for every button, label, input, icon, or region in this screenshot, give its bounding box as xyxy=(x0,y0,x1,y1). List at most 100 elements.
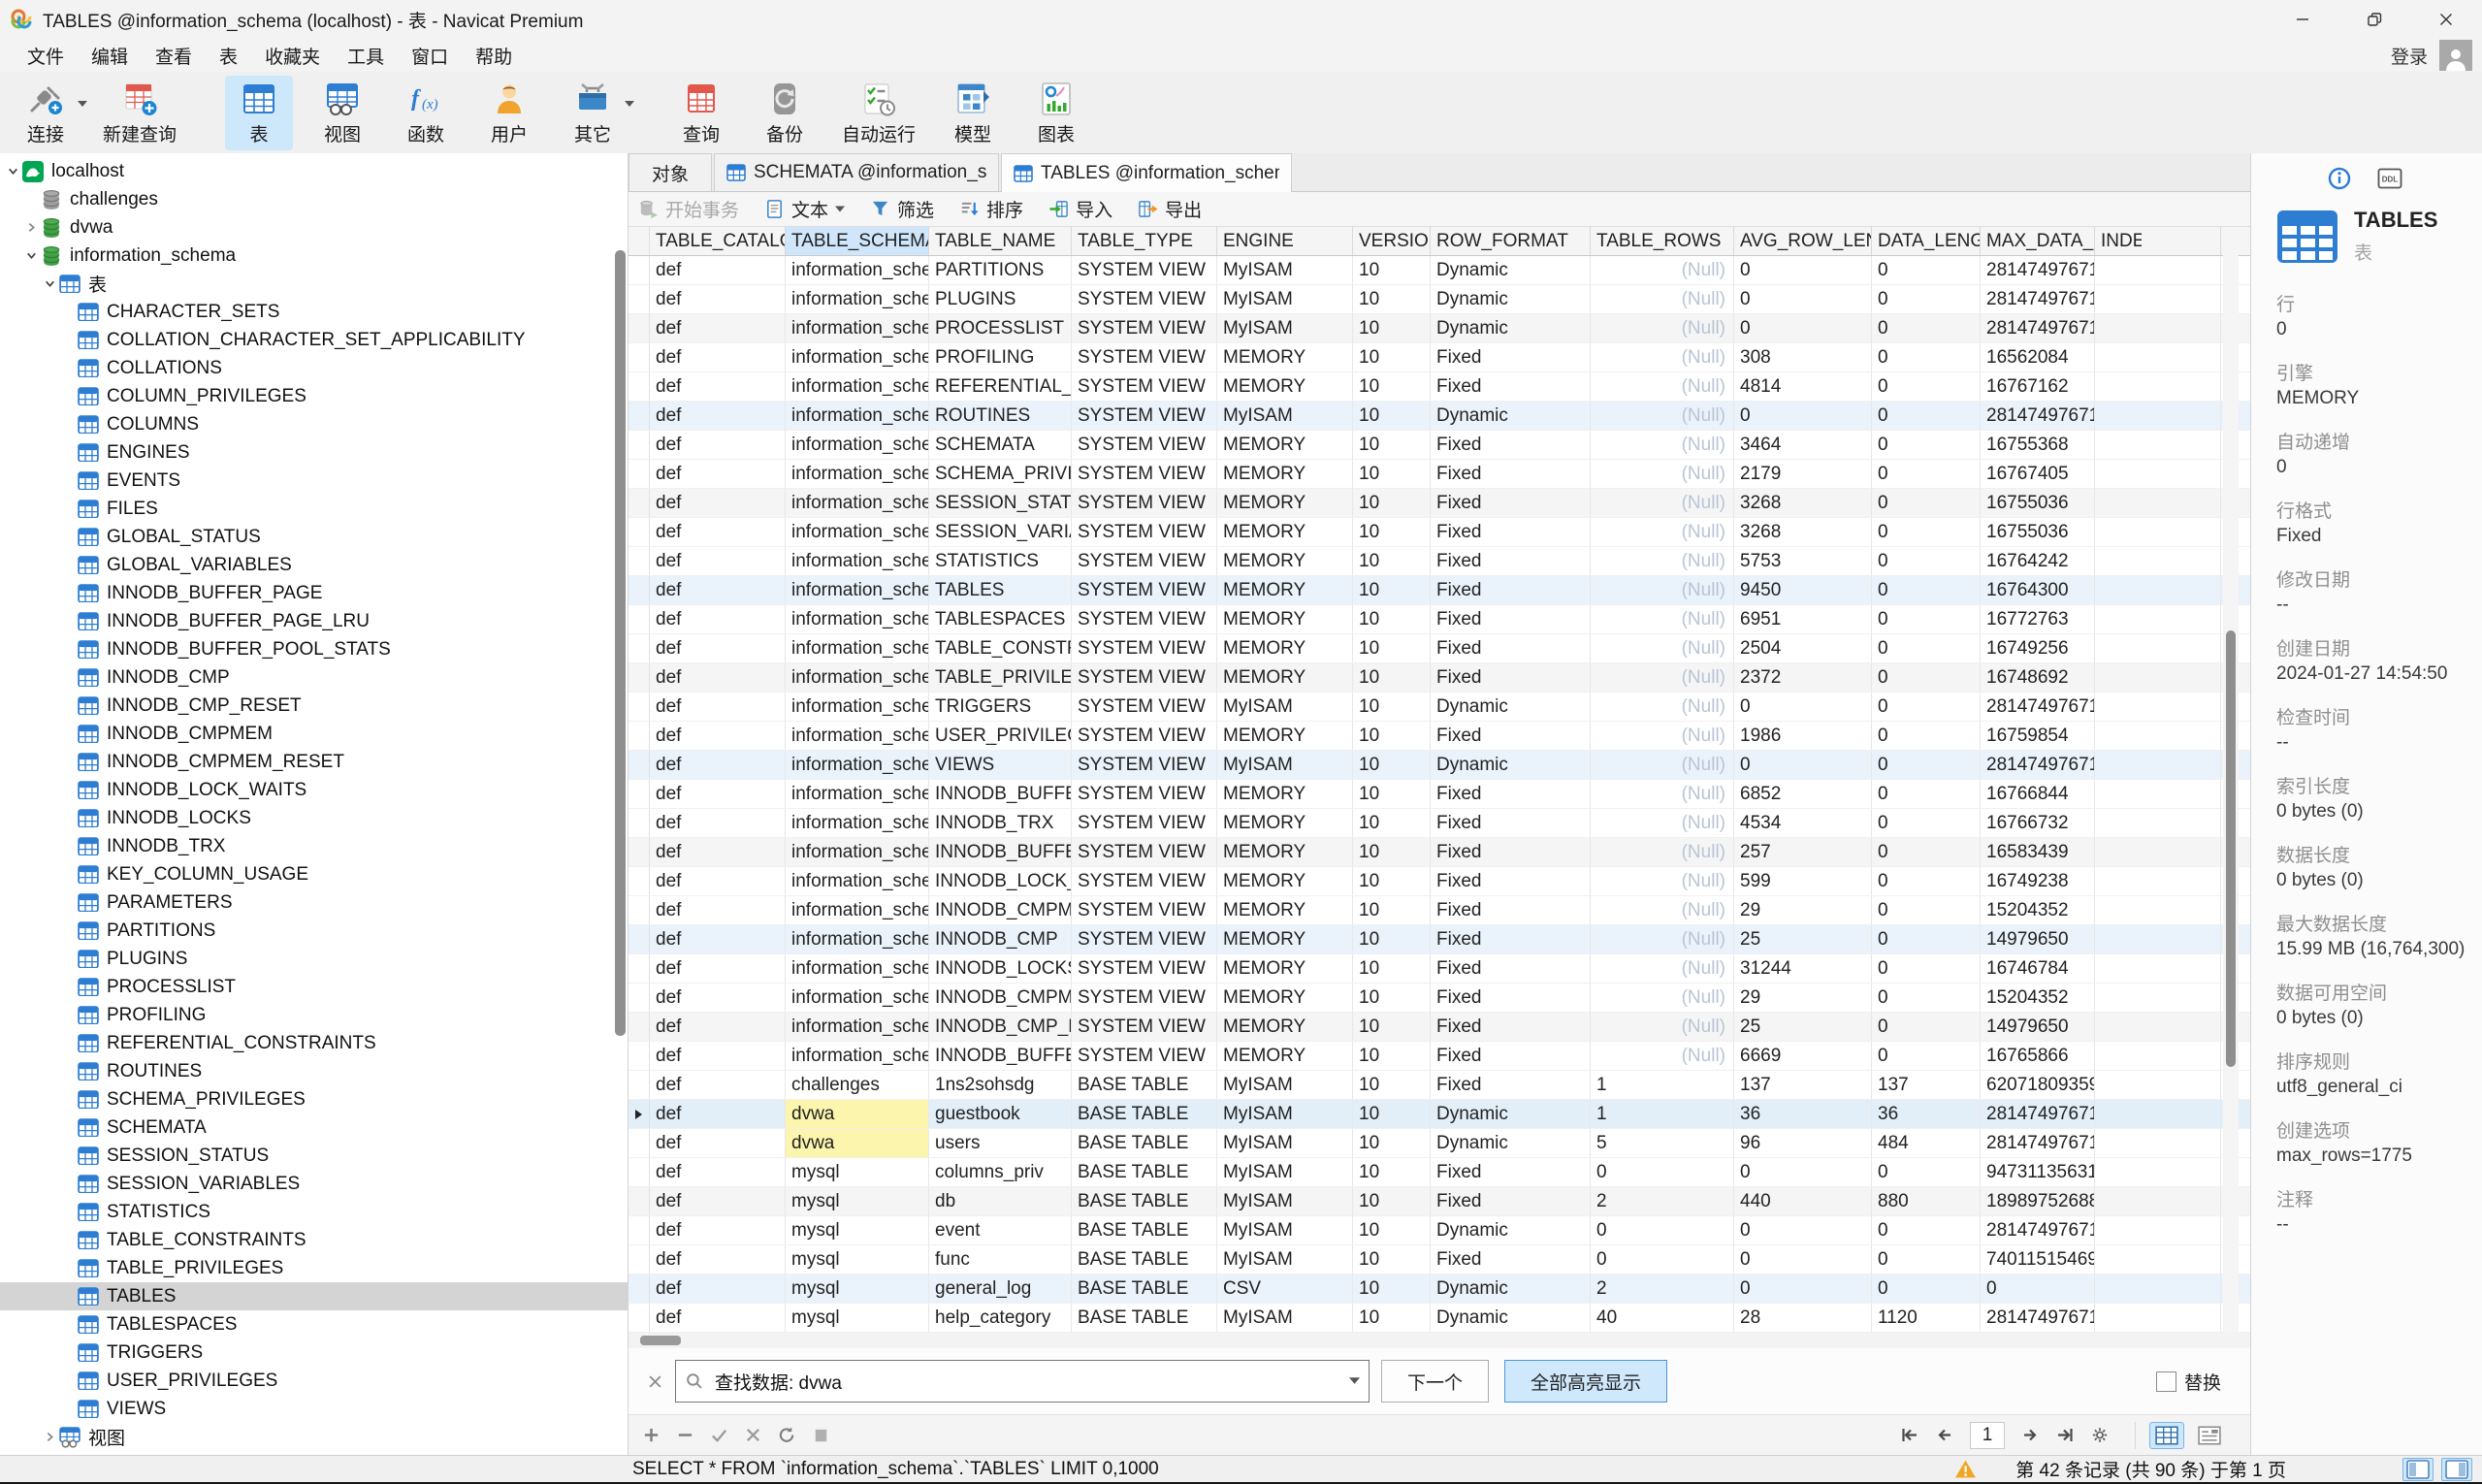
grid-cell[interactable]: SYSTEM VIEW xyxy=(1072,372,1217,401)
grid-cell[interactable]: 36 xyxy=(1734,1100,1872,1128)
table-row[interactable]: definformation_schemaREFERENTIAL_CONSTRA… xyxy=(629,372,2250,402)
row-gutter[interactable] xyxy=(629,1158,650,1186)
grid-cell[interactable]: 15204352 xyxy=(1981,896,2095,924)
sidebar-item-innodb_lock_waits[interactable]: INNODB_LOCK_WAITS xyxy=(0,776,628,804)
column-header-max_data_length[interactable]: MAX_DATA_LENGTH xyxy=(1981,227,2095,255)
filterbar-sort-button[interactable]: 排序 xyxy=(959,196,1023,222)
sidebar-item-tablespaces[interactable]: TABLESPACES xyxy=(0,1310,628,1339)
grid-cell[interactable]: (Null) xyxy=(1591,838,1734,866)
grid-cell[interactable]: (Null) xyxy=(1591,1013,1734,1041)
grid-cell[interactable]: 440 xyxy=(1734,1187,1872,1215)
grid-cell[interactable]: 137 xyxy=(1872,1071,1981,1099)
grid-cell[interactable] xyxy=(2095,314,2221,342)
grid-cell[interactable]: Fixed xyxy=(1431,867,1591,895)
grid-cell[interactable]: Dynamic xyxy=(1431,751,1591,779)
grid-cell[interactable]: 0 xyxy=(1872,634,1981,662)
grid-cell[interactable]: SYSTEM VIEW xyxy=(1072,402,1217,430)
grid-cell[interactable]: information_schema xyxy=(786,256,929,284)
grid-cell[interactable]: Fixed xyxy=(1431,1013,1591,1041)
grid-cell[interactable]: information_schema xyxy=(786,780,929,808)
grid-cell[interactable]: 10 xyxy=(1353,634,1431,662)
grid-cell[interactable]: Fixed xyxy=(1431,605,1591,633)
grid-cell[interactable]: 10 xyxy=(1353,402,1431,430)
grid-cell[interactable]: 0 xyxy=(1591,1158,1734,1186)
grid-cell[interactable]: dvwa xyxy=(786,1129,929,1157)
grid-cell[interactable]: 0 xyxy=(1872,693,1981,721)
row-gutter[interactable] xyxy=(629,1013,650,1041)
menu-4[interactable]: 表 xyxy=(206,41,251,71)
grid-cell[interactable]: 0 xyxy=(1734,314,1872,342)
table-row[interactable]: definformation_schemaPROFILINGSYSTEM VIE… xyxy=(629,343,2250,372)
menu-5[interactable]: 收藏夹 xyxy=(251,41,334,71)
sidebar-item-innodb_cmpmem_reset[interactable]: INNODB_CMPMEM_RESET xyxy=(0,748,628,776)
grid-cell[interactable]: Fixed xyxy=(1431,576,1591,604)
menu-1[interactable]: 文件 xyxy=(14,41,78,71)
grid-cell[interactable]: 0 xyxy=(1872,576,1981,604)
grid-cell[interactable]: MEMORY xyxy=(1217,925,1353,953)
grid-cell[interactable]: 16755036 xyxy=(1981,518,2095,546)
search-history-caret-icon[interactable] xyxy=(1349,1377,1360,1384)
grid-cell[interactable]: BASE TABLE xyxy=(1072,1071,1217,1099)
grid-cell[interactable] xyxy=(2095,460,2221,488)
sidebar-item-schema_privileges[interactable]: SCHEMA_PRIVILEGES xyxy=(0,1085,628,1113)
grid-cell[interactable] xyxy=(2095,489,2221,517)
filterbar-text-doc-button[interactable]: 文本 xyxy=(764,196,846,222)
grid-cell[interactable]: 16749238 xyxy=(1981,867,2095,895)
grid-cell[interactable]: information_schema xyxy=(786,547,929,575)
grid-cell[interactable]: mysql xyxy=(786,1245,929,1274)
grid-cell[interactable]: Fixed xyxy=(1431,925,1591,953)
grid-cell[interactable]: 0 xyxy=(1872,1274,1981,1303)
grid-cell[interactable]: 10 xyxy=(1353,663,1431,692)
grid-cell[interactable]: PROCESSLIST xyxy=(929,314,1072,342)
search-input[interactable] xyxy=(675,1360,1370,1403)
grid-cell[interactable]: MEMORY xyxy=(1217,809,1353,837)
row-gutter[interactable] xyxy=(629,693,650,721)
grid-cell[interactable]: 16748692 xyxy=(1981,663,2095,692)
row-gutter[interactable] xyxy=(629,1274,650,1303)
table-row[interactable]: definformation_schemaUSER_PRIVILEGESSYST… xyxy=(629,722,2250,751)
info-icon[interactable] xyxy=(2327,167,2352,190)
grid-cell[interactable]: information_schema xyxy=(786,314,929,342)
sidebar-item-key_column_usage[interactable]: KEY_COLUMN_USAGE xyxy=(0,860,628,888)
grid-cell[interactable]: 0 xyxy=(1734,402,1872,430)
grid-cell[interactable]: MEMORY xyxy=(1217,896,1353,924)
grid-cell[interactable]: MyISAM xyxy=(1217,1216,1353,1244)
grid-cell[interactable]: def xyxy=(650,343,786,371)
grid-cell[interactable]: MEMORY xyxy=(1217,576,1353,604)
grid-cell[interactable] xyxy=(2095,1042,2221,1070)
grid-cell[interactable]: def xyxy=(650,925,786,953)
grid-cell[interactable]: 281474976710655 xyxy=(1981,314,2095,342)
grid-cell[interactable]: 0 xyxy=(1734,256,1872,284)
sidebar-item-innodb_cmpmem[interactable]: INNODB_CMPMEM xyxy=(0,720,628,748)
grid-cell[interactable]: (Null) xyxy=(1591,867,1734,895)
grid-cell[interactable]: Fixed xyxy=(1431,809,1591,837)
toolbar-button-query[interactable]: 查询 xyxy=(667,76,735,150)
grid-cell[interactable]: BASE TABLE xyxy=(1072,1129,1217,1157)
minimize-button[interactable] xyxy=(2267,0,2338,39)
grid-cell[interactable] xyxy=(2095,431,2221,459)
grid-cell[interactable]: VIEWS xyxy=(929,751,1072,779)
grid-cell[interactable]: BASE TABLE xyxy=(1072,1245,1217,1274)
grid-cell[interactable]: 10 xyxy=(1353,547,1431,575)
grid-cell[interactable]: 0 xyxy=(1872,1216,1981,1244)
grid-cell[interactable]: def xyxy=(650,809,786,837)
sidebar-item-events[interactable]: EVENTS xyxy=(0,467,628,495)
grid-cell[interactable] xyxy=(2095,372,2221,401)
grid-cell[interactable] xyxy=(2095,634,2221,662)
sidebar-item-innodb_trx[interactable]: INNODB_TRX xyxy=(0,832,628,860)
table-row[interactable]: def mysql db BASE TABLE MyISAM 10 Fixed 2 440 880… xyxy=(629,1187,2250,1216)
grid-cell[interactable]: Dynamic xyxy=(1431,402,1591,430)
grid-cell[interactable]: def xyxy=(650,1216,786,1244)
sidebar-item-innodb_cmp_reset[interactable]: INNODB_CMP_RESET xyxy=(0,692,628,720)
grid-cell[interactable]: SYSTEM VIEW xyxy=(1072,663,1217,692)
grid-cell[interactable]: INNODB_TRX xyxy=(929,809,1072,837)
grid-cell[interactable]: BASE TABLE xyxy=(1072,1158,1217,1186)
grid-cell[interactable]: MyISAM xyxy=(1217,751,1353,779)
grid-cell[interactable]: 3268 xyxy=(1734,518,1872,546)
sidebar-item-routines[interactable]: ROUTINES xyxy=(0,1057,628,1085)
grid-cell[interactable]: 16759854 xyxy=(1981,722,2095,750)
sidebar-item-collation_character_set_applicability[interactable]: COLLATION_CHARACTER_SET_APPLICABILITY xyxy=(0,326,628,354)
grid-cell[interactable]: 5 xyxy=(1591,1129,1734,1157)
grid-cell[interactable]: MyISAM xyxy=(1217,1158,1353,1186)
grid-cell[interactable]: 2179 xyxy=(1734,460,1872,488)
